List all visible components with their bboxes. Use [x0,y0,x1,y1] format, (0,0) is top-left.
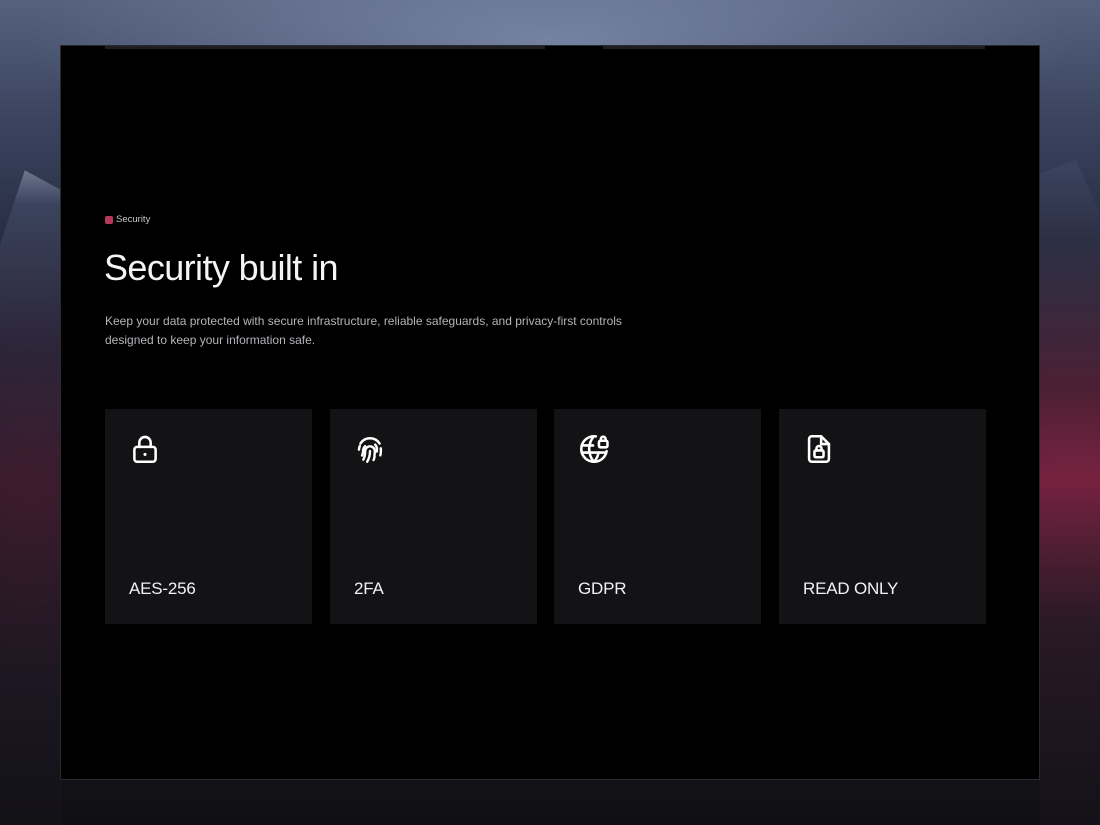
feature-label: READ ONLY [803,579,899,598]
feature-card-2fa: 2FA [330,409,537,624]
background-mountain-left [0,170,62,825]
file-lock-icon [802,432,836,466]
feature-label: GDPR [578,579,627,598]
section-description: Keep your data protected with secure inf… [105,314,622,347]
fingerprint-icon [353,432,387,466]
security-section-window: Security Security built in Keep your dat… [60,45,1040,780]
feature-cards: AES-256 2FA GDPR READ ONLY [105,409,986,624]
lock-icon [128,432,162,466]
section-title: Security built in [104,247,339,288]
feature-label: 2FA [354,579,384,598]
feature-card-gdpr: GDPR [554,409,761,624]
eyebrow-label: Security [116,214,151,225]
eyebrow-accent-dot [105,216,113,224]
feature-label: AES-256 [129,579,196,598]
section-eyebrow: Security [105,215,150,225]
globe-lock-icon [577,432,611,466]
feature-card-read-only: READ ONLY [779,409,986,624]
top-divider [105,46,985,49]
feature-card-aes-256: AES-256 [105,409,312,624]
background-mountain-right [1040,160,1100,825]
